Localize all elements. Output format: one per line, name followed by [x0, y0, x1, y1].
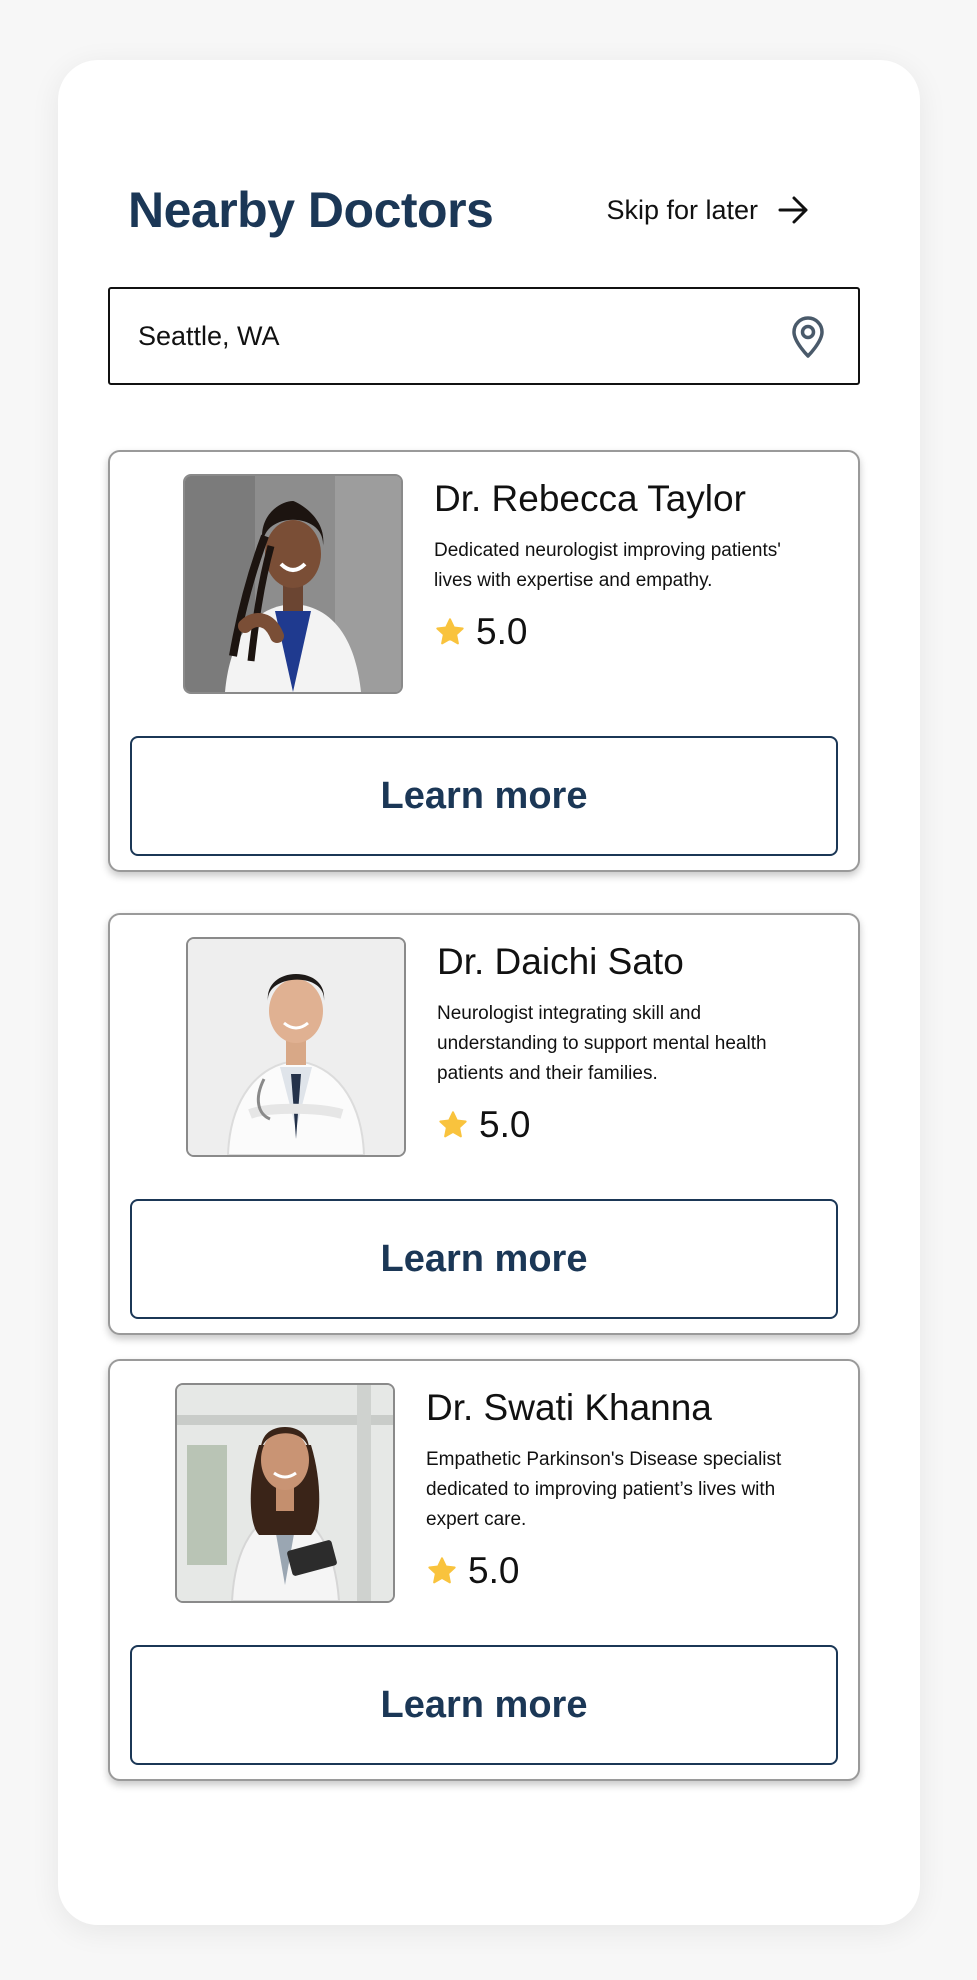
doctor-description: Empathetic Parkinson's Disease specialis… — [426, 1449, 782, 1530]
doctor-photo — [186, 937, 406, 1157]
location-input[interactable] — [138, 289, 738, 383]
location-pin-icon[interactable] — [788, 315, 828, 359]
doctor-card: Dr. Rebecca Taylor Dedicated neurologist… — [108, 450, 860, 872]
doctor-name: Dr. Rebecca Taylor — [434, 478, 746, 519]
doctor-rating: 5.0 — [437, 1103, 797, 1147]
doctor-photo — [175, 1383, 395, 1603]
learn-more-button[interactable]: Learn more — [130, 1645, 838, 1765]
doctor-rating: 5.0 — [434, 610, 794, 654]
doctor-info: Dr. Rebecca Taylor Dedicated neurologist… — [434, 474, 794, 654]
location-search — [108, 287, 860, 385]
doctor-name: Dr. Swati Khanna — [426, 1387, 712, 1428]
rating-value: 5.0 — [468, 1550, 520, 1591]
skip-for-later-link[interactable]: Skip for later — [606, 170, 810, 250]
doctor-rating: 5.0 — [426, 1549, 786, 1593]
star-icon — [434, 616, 466, 648]
arrow-right-icon — [778, 195, 810, 225]
skip-label: Skip for later — [606, 194, 758, 225]
doctor-name: Dr. Daichi Sato — [437, 941, 684, 982]
doctor-info: Dr. Swati Khanna Empathetic Parkinson's … — [426, 1383, 786, 1593]
page-title: Nearby Doctors — [128, 182, 494, 238]
star-icon — [437, 1109, 469, 1141]
rating-value: 5.0 — [479, 1104, 531, 1145]
doctor-card: Dr. Daichi Sato Neurologist integrating … — [108, 913, 860, 1335]
doctor-description: Neurologist integrating skill and unders… — [437, 1003, 767, 1084]
doctor-photo — [183, 474, 403, 694]
star-icon — [426, 1555, 458, 1587]
header: Nearby Doctors Skip for later — [128, 170, 860, 250]
learn-more-button[interactable]: Learn more — [130, 1199, 838, 1319]
app-screen: Nearby Doctors Skip for later Seattle, W… — [58, 60, 920, 1925]
rating-value: 5.0 — [476, 611, 528, 652]
doctor-card: Dr. Swati Khanna Empathetic Parkinson's … — [108, 1359, 860, 1781]
learn-more-button[interactable]: Learn more — [130, 736, 838, 856]
doctor-description: Dedicated neurologist improving patients… — [434, 540, 781, 591]
doctor-info: Dr. Daichi Sato Neurologist integrating … — [437, 937, 797, 1147]
